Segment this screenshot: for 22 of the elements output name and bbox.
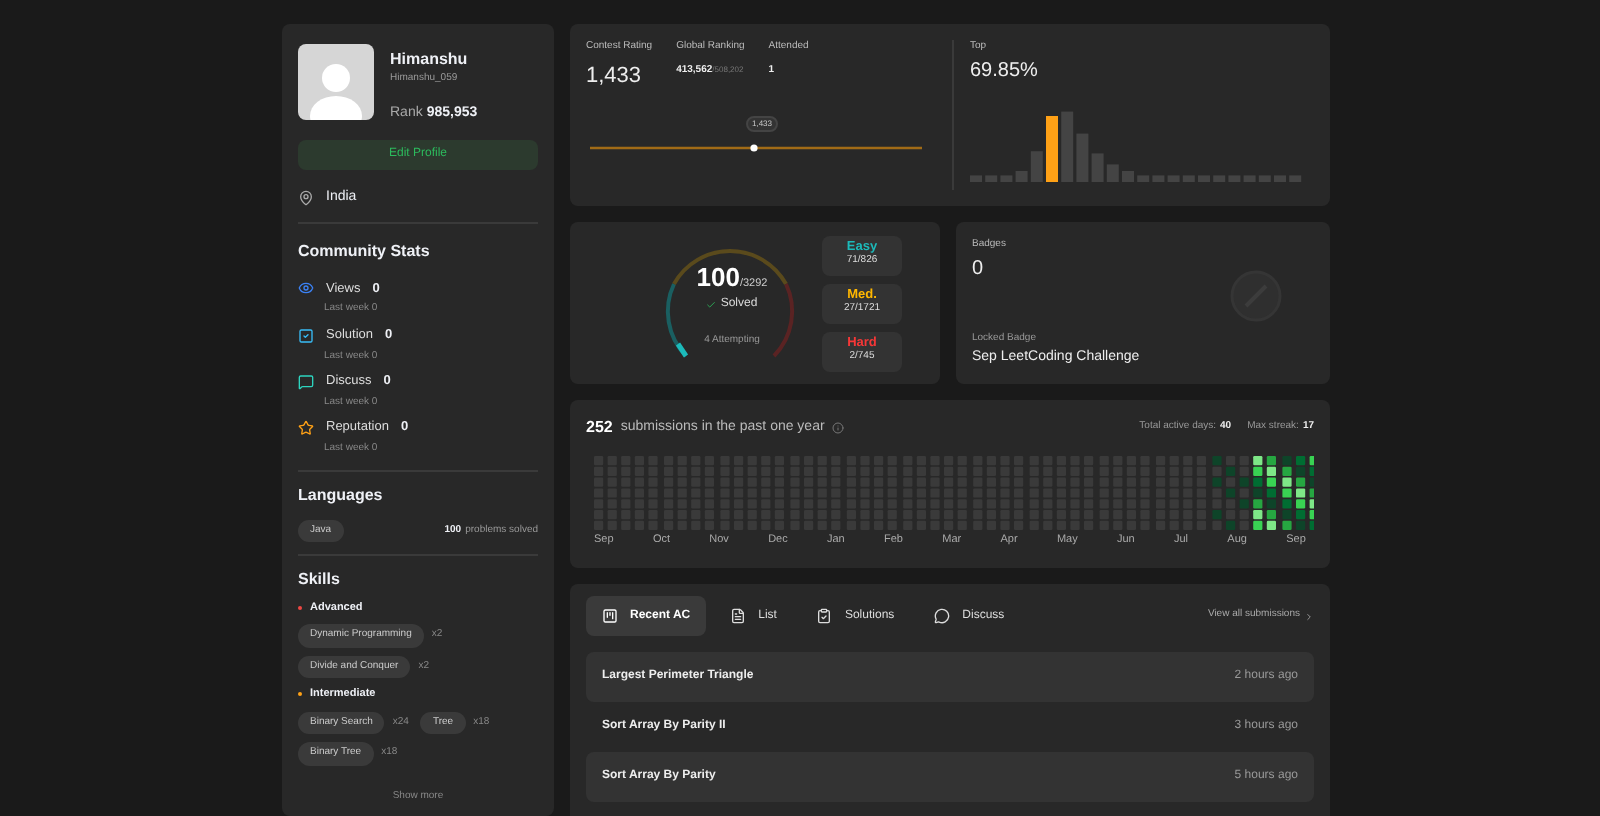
solved-count: 100: [696, 259, 740, 295]
document-icon: [730, 608, 747, 624]
info-icon: [832, 422, 845, 434]
check-icon: [706, 300, 717, 310]
avatar-placeholder: [298, 44, 374, 120]
user-name: Himanshu: [390, 48, 470, 72]
section-title: Community Stats: [298, 239, 432, 263]
location-icon: [298, 190, 314, 207]
chevron-right-icon: [1304, 611, 1314, 621]
section-title: Languages: [298, 483, 385, 507]
badges-count: 0: [972, 255, 986, 283]
section-title: Skills: [298, 568, 342, 592]
top-percent: 69.85%: [970, 57, 1040, 85]
checkbox-icon: [298, 327, 314, 344]
eye-icon: [298, 280, 314, 297]
list-icon: [602, 608, 618, 624]
submissions-count: 252: [586, 416, 613, 440]
star-icon: [298, 420, 314, 437]
stat-value: 1,433: [586, 61, 642, 91]
checkbox-icon: [816, 608, 833, 624]
chat-icon: [298, 373, 314, 390]
chat-icon: [934, 608, 951, 624]
